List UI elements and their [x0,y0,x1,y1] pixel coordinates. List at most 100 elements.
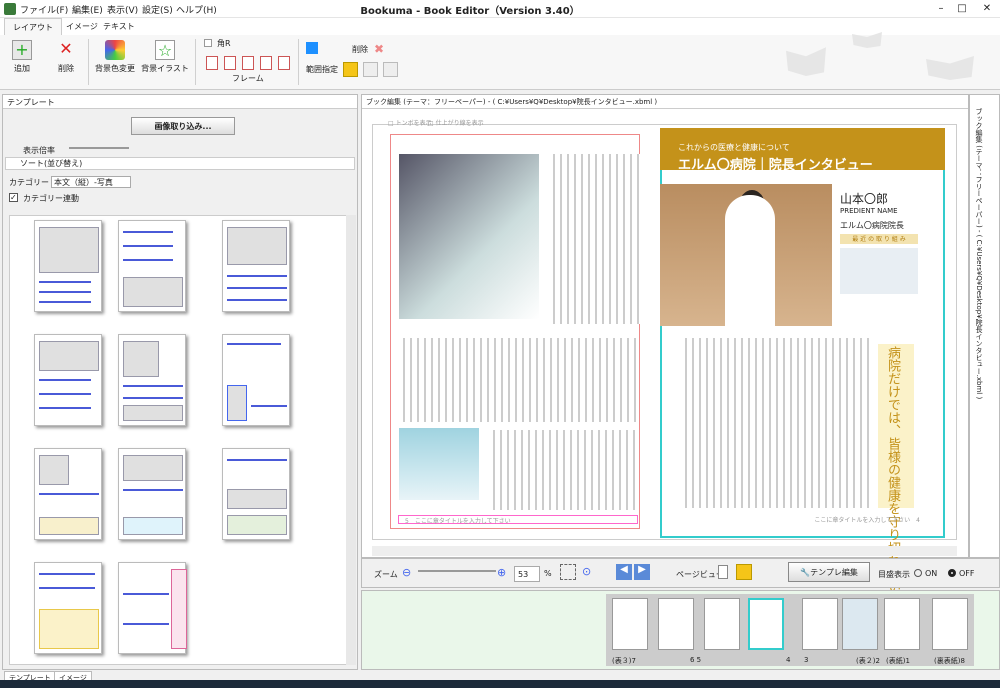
page-thumb[interactable] [932,598,968,650]
template-grid [9,215,347,665]
tab-layout[interactable]: レイアウト [4,18,62,35]
page-thumb[interactable] [748,598,784,650]
import-image-button[interactable]: 画像取り込み... [131,117,235,135]
template-thumb[interactable] [34,562,102,654]
kadoR-label: 角R [217,39,231,48]
crop-marks-toggle[interactable]: □ トンボを表示 [388,118,432,127]
category-select[interactable]: 本文（縦）-写真 [51,176,131,188]
range-label: 範囲指定 [306,65,338,74]
zoom-unit: % [544,569,552,578]
page-thumb[interactable] [658,598,694,650]
frame-style-5[interactable] [278,56,290,70]
add-label: 追加 [14,64,30,73]
delete-button[interactable]: ✕ 削除 [50,40,82,74]
sort-toggle[interactable]: ソート(並び替え) [5,157,355,170]
template-thumb[interactable] [34,334,102,426]
ribbon-separator [88,39,89,85]
bgillust-label: 背景イラスト [141,64,189,73]
fit-page-icon[interactable] [560,564,576,580]
editor-hscrollbar[interactable] [372,546,957,556]
director-coat [725,195,775,326]
frame-style-2[interactable] [224,56,236,70]
frame-style-4[interactable] [260,56,272,70]
next-page-icon[interactable]: ▶ [634,564,650,580]
frame-style-3[interactable] [242,56,254,70]
banner-subtitle: これからの医療と健康について [678,143,790,152]
page-thumb-label: (表２)2 [856,657,880,665]
bgillust-button[interactable]: ☆ 背景イラスト [139,40,191,74]
close-button[interactable]: ✕ [980,2,994,16]
minimize-button[interactable]: – [934,2,948,16]
ruler-label: 目盛表示 [878,570,910,579]
add-button[interactable]: + 追加 [6,40,38,74]
template-thumb[interactable] [222,220,290,312]
page-number-right: 4 [916,517,920,524]
frame-label: フレーム [232,74,264,83]
taskbar [0,680,1000,688]
xray-photo[interactable] [399,154,539,319]
delete2-icon[interactable]: ✖ [374,42,384,56]
zoom-fit-icon[interactable]: ⊙ [582,565,591,578]
template-scrollbar[interactable] [346,215,356,665]
template-panel: テンプレート 画像取り込み... 表示倍率 ソート(並び替え) カテゴリー 本文… [2,94,358,670]
template-thumb[interactable] [118,220,186,312]
director-hospital: エルム〇病院院長 [840,221,904,230]
page-thumb[interactable] [884,598,920,650]
prev-page-icon[interactable]: ◀ [616,564,632,580]
template-edit-label: テンプレ編集 [810,568,858,577]
zoom-out-icon[interactable]: ⊖ [402,566,411,579]
star-image-icon: ☆ [155,40,175,60]
template-thumb[interactable] [34,220,102,312]
page-thumb[interactable] [802,598,838,650]
recent-image[interactable] [840,248,918,294]
text-column[interactable] [680,338,870,508]
template-thumb[interactable] [34,448,102,540]
tab-text[interactable]: テキスト [95,18,143,35]
scale-slider[interactable] [69,147,129,149]
checklist-icon[interactable] [343,62,358,77]
bgcolor-button[interactable]: 背景色変更 [92,40,138,74]
template-edit-button[interactable]: 🔧テンプレ編集 [788,562,870,582]
zoom-slider[interactable] [418,570,496,572]
ruler-on-radio[interactable] [914,569,922,577]
maximize-button[interactable]: □ [955,2,969,16]
add-icon: + [12,40,32,60]
page-thumb[interactable] [704,598,740,650]
zoom-input[interactable]: 53 [514,566,540,582]
ribbon-tabs [0,18,1000,35]
footer-left[interactable]: 5 ここに章タイトルを入力して下さい [398,515,638,525]
checklist-icon[interactable] [383,62,398,77]
delete-icon: ✕ [59,39,73,58]
scale-label: 表示倍率 [23,146,55,155]
category-link-label: カテゴリー連動 [23,194,79,203]
template-thumb[interactable] [118,448,186,540]
footer-right[interactable]: ここに章タイトルを入力して下さい 4 [680,515,920,524]
template-thumb[interactable] [222,448,290,540]
text-column[interactable] [548,154,640,324]
page-thumb-label: 3 [804,656,809,664]
template-thumb[interactable] [118,334,186,426]
editor-header: ブック編集 (テーマ：フリーペーパー) - ( C:¥Users¥Q¥Deskt… [362,95,968,109]
single-page-icon[interactable] [718,565,728,579]
frame-style-1[interactable] [206,56,218,70]
ruler-off-radio[interactable] [948,569,956,577]
zoom-in-icon[interactable]: ⊕ [497,566,506,579]
page-thumb-label: (裏表紙)8 [934,657,965,665]
template-thumb[interactable] [222,334,290,426]
finish-line-toggle[interactable]: □ 仕上がり線を表示 [428,118,484,127]
nurse-photo[interactable] [399,428,479,500]
page-thumb[interactable] [612,598,648,650]
book-view-icon[interactable] [736,564,752,580]
banner-title: エルム〇病院｜院長インタビュー [678,158,873,173]
kadoR-checkbox[interactable] [204,39,212,47]
page-view-label: ページビュー [676,570,724,579]
delete2-label: 削除 [352,45,368,54]
checklist-icon[interactable] [363,62,378,77]
template-thumb[interactable] [118,562,187,654]
range-color-icon[interactable] [306,42,318,54]
text-column[interactable] [398,338,638,422]
text-column[interactable] [488,430,638,510]
category-link-checkbox[interactable]: ✓ [9,193,18,202]
page-thumb[interactable] [842,598,878,650]
delete-label: 削除 [58,64,74,73]
